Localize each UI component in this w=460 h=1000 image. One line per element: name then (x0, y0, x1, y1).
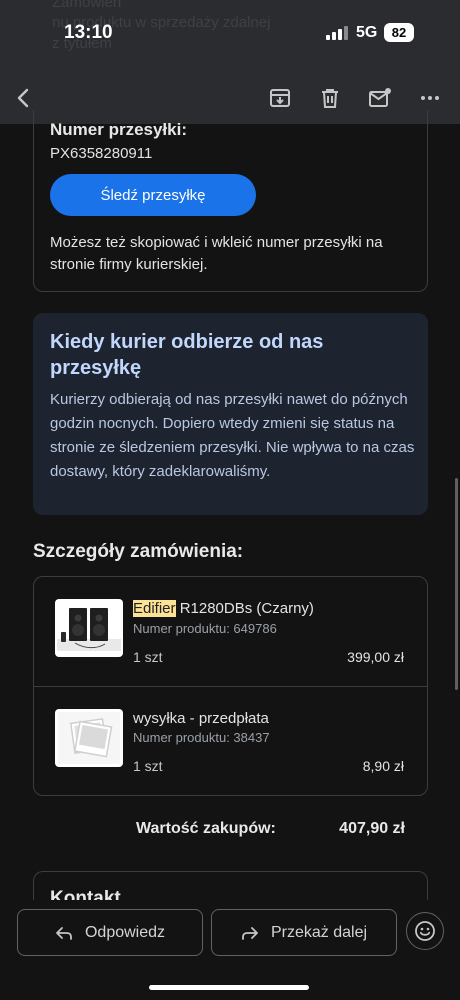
emoji-reaction-button[interactable] (406, 912, 444, 950)
item-quantity: 1 szt (133, 758, 163, 774)
total-value: 407,90 zł (339, 820, 405, 837)
signal-icon (326, 26, 348, 40)
reply-label: Odpowiedz (84, 923, 166, 941)
item-name-highlight: Edifier (133, 600, 176, 617)
archive-icon (270, 89, 290, 107)
network-type: 5G (356, 24, 378, 41)
home-indicator (149, 985, 309, 990)
status-bar: Zamówien nu produktu w sprzedaży zdalnej… (0, 0, 460, 72)
total-label: Wartość zakupów: (136, 820, 276, 837)
mail-unread-icon (369, 88, 391, 107)
order-details-heading: Szczegóły zamówienia: (33, 541, 244, 562)
scrolled-header-text: Zamówien (52, 0, 122, 11)
tracking-note: Możesz też skopiować i wkleić numer prze… (50, 234, 383, 273)
track-shipment-button[interactable]: Śledź przesyłkę (50, 174, 256, 216)
battery-indicator: 82 (384, 23, 414, 42)
item-product-number: Numer produktu: 38437 (133, 730, 270, 745)
item-quantity: 1 szt (133, 649, 163, 665)
item-name-rest: R1280DBs (Czarny) (175, 600, 314, 617)
scrollbar[interactable] (455, 478, 458, 690)
more-horizontal-icon (421, 96, 439, 100)
reply-button[interactable]: Odpowiedz (17, 909, 203, 956)
item-name[interactable]: Edifier R1280DBs (Czarny) (133, 600, 314, 617)
reply-icon (56, 926, 72, 940)
courier-info-title: Kiedy kurier odbierze od nas przesyłkę (50, 331, 324, 379)
item-price: 399,00 zł (347, 649, 404, 665)
tracking-number-label: Numer przesyłki: (50, 120, 187, 139)
speakers-image (57, 608, 121, 651)
emoji-smile-icon (415, 921, 435, 941)
item-product-number: Numer produktu: 649786 (133, 621, 277, 636)
product-image-placeholder (55, 709, 123, 767)
status-time: 13:10 (64, 22, 113, 43)
item-divider (33, 686, 428, 687)
courier-info-body: Kurierzy odbierają od nas przesyłki nawe… (50, 391, 415, 480)
forward-label: Przekaż dalej (270, 923, 368, 941)
trash-icon (322, 89, 338, 108)
tracking-number: PX6358280911 (50, 145, 153, 162)
product-image[interactable] (55, 599, 123, 657)
item-name[interactable]: wysyłka - przedpłata (133, 710, 269, 727)
arrow-left-icon (17, 88, 29, 108)
image-placeholder-icon (58, 712, 120, 764)
forward-icon (242, 926, 258, 940)
forward-button[interactable]: Przekaż dalej (211, 909, 397, 956)
item-price: 8,90 zł (362, 758, 404, 774)
